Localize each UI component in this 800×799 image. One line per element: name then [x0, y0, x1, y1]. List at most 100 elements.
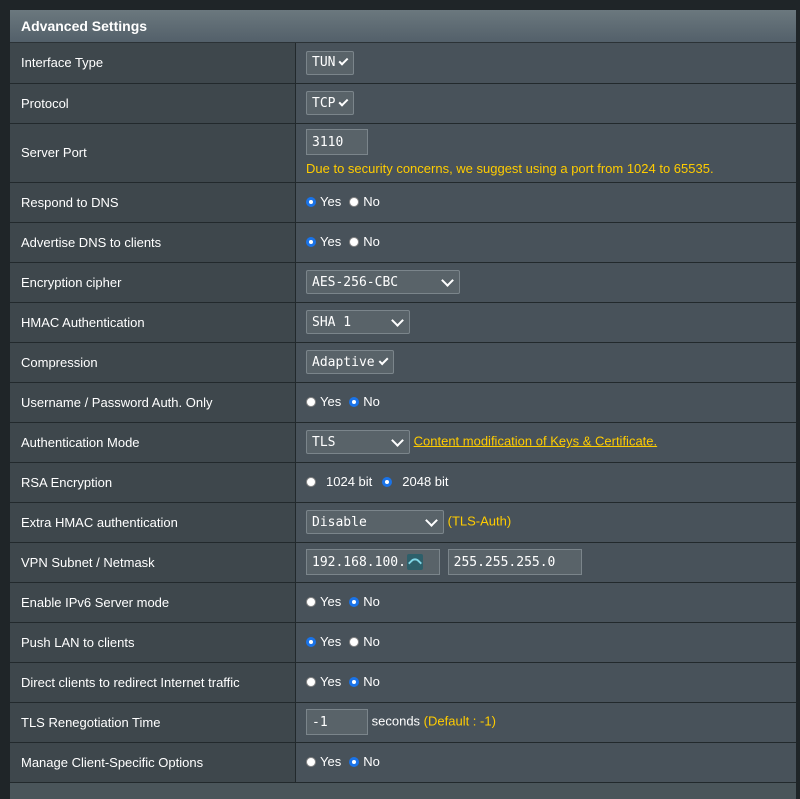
select-value: Adaptive [312, 354, 375, 370]
advertise-dns-no[interactable]: No [349, 234, 380, 249]
select-value: SHA 1 [312, 314, 352, 330]
select-value: TCP [312, 95, 336, 111]
radio-icon [349, 196, 360, 207]
rsa-1024[interactable]: 1024 bit [306, 474, 372, 489]
advanced-settings-panel: Advanced Settings Interface Type TUN Pro… [10, 10, 796, 799]
default-hint: (Default : -1) [423, 713, 496, 729]
label: Respond to DNS [10, 182, 296, 223]
row-ipv6: Enable IPv6 Server mode Yes No [10, 582, 796, 623]
select-value: TUN [312, 55, 336, 71]
extra-hmac-select[interactable]: Disable [306, 510, 444, 534]
rsa-2048[interactable]: 2048 bit [382, 474, 449, 489]
label: Direct clients to redirect Internet traf… [10, 662, 296, 703]
respond-dns-no[interactable]: No [349, 194, 380, 209]
chevron-down-icon [378, 354, 389, 366]
radio-icon [306, 476, 316, 487]
chevron-down-icon [391, 433, 404, 447]
netmask-input[interactable]: 255.255.255.0 [447, 549, 582, 575]
row-client-specific: Manage Client-Specific Options Yes No [10, 742, 796, 783]
redirect-no[interactable]: No [349, 674, 380, 689]
radio-selected-icon [306, 636, 316, 647]
text-cursor-icon [406, 554, 423, 570]
chevron-down-icon [338, 96, 349, 106]
advertise-dns-yes[interactable]: Yes [306, 234, 341, 249]
row-respond-dns: Respond to DNS Yes No [10, 182, 796, 223]
radio-selected-icon [306, 236, 316, 247]
seconds-label: seconds [371, 713, 421, 729]
row-compression: Compression Adaptive [10, 342, 796, 383]
row-tls-reneg: TLS Renegotiation Time -1 seconds (Defau… [10, 702, 796, 743]
ipv6-no[interactable]: No [349, 594, 380, 609]
row-interface-type: Interface Type TUN [10, 43, 796, 84]
select-value: Disable [312, 514, 367, 530]
interface-type-select[interactable]: TUN [306, 50, 354, 75]
keys-certificate-link[interactable]: Content modification of Keys & Certifica… [414, 433, 658, 448]
auth-mode-select[interactable]: TLS [306, 430, 410, 454]
radio-selected-icon [349, 756, 360, 767]
radio-selected-icon [349, 396, 360, 407]
row-userpass-only: Username / Password Auth. Only Yes No [10, 382, 796, 423]
radio-selected-icon [349, 596, 360, 607]
select-value: AES-256-CBC [312, 274, 399, 290]
radio-icon [306, 396, 316, 407]
radio-selected-icon [306, 196, 316, 207]
section-header: Advanced Settings [10, 10, 796, 43]
radio-icon [349, 236, 360, 247]
label: Encryption cipher [10, 262, 296, 303]
ipv6-yes[interactable]: Yes [306, 594, 341, 609]
port-security-note: Due to security concerns, we suggest usi… [306, 161, 714, 176]
row-rsa: RSA Encryption 1024 bit 2048 bit [10, 462, 796, 503]
userpass-no[interactable]: No [349, 394, 380, 409]
label: HMAC Authentication [10, 302, 296, 343]
row-server-port: Server Port 3110 Due to security concern… [10, 123, 796, 183]
server-port-input[interactable]: 3110 [306, 129, 368, 155]
row-auth-mode: Authentication Mode TLS Content modifica… [10, 422, 796, 463]
hmac-select[interactable]: SHA 1 [306, 310, 410, 334]
push-lan-yes[interactable]: Yes [306, 634, 341, 649]
respond-dns-yes[interactable]: Yes [306, 194, 341, 209]
row-protocol: Protocol TCP [10, 83, 796, 124]
protocol-select[interactable]: TCP [306, 91, 354, 115]
compression-select[interactable]: Adaptive [306, 350, 394, 374]
label: Push LAN to clients [10, 622, 296, 663]
row-redirect: Direct clients to redirect Internet traf… [10, 662, 796, 703]
label: Username / Password Auth. Only [10, 382, 296, 423]
cipher-select[interactable]: AES-256-CBC [306, 270, 460, 294]
radio-selected-icon [349, 676, 360, 687]
settings-table: Interface Type TUN Protocol TCP Server P… [10, 43, 796, 783]
chevron-down-icon [391, 313, 404, 327]
chevron-down-icon [338, 55, 349, 66]
row-push-lan: Push LAN to clients Yes No [10, 622, 796, 663]
label: Server Port [10, 123, 296, 183]
row-subnet: VPN Subnet / Netmask 192.168.100. 255.25… [10, 542, 796, 583]
label: Manage Client-Specific Options [10, 742, 296, 783]
subnet-input[interactable]: 192.168.100. [306, 549, 440, 575]
radio-selected-icon [382, 476, 393, 487]
row-extra-hmac: Extra HMAC authentication Disable (TLS-A… [10, 502, 796, 543]
row-advertise-dns: Advertise DNS to clients Yes No [10, 222, 796, 263]
radio-icon [306, 596, 316, 607]
label: Advertise DNS to clients [10, 222, 296, 263]
label: Interface Type [10, 43, 296, 84]
label: Protocol [10, 83, 296, 124]
row-cipher: Encryption cipher AES-256-CBC [10, 262, 796, 303]
tls-reneg-input[interactable]: -1 [306, 709, 368, 735]
row-hmac: HMAC Authentication SHA 1 [10, 302, 796, 343]
radio-icon [306, 676, 316, 687]
client-specific-no[interactable]: No [349, 754, 380, 769]
label: Authentication Mode [10, 422, 296, 463]
label: Enable IPv6 Server mode [10, 582, 296, 623]
client-specific-yes[interactable]: Yes [306, 754, 341, 769]
label: VPN Subnet / Netmask [10, 542, 296, 583]
redirect-yes[interactable]: Yes [306, 674, 341, 689]
label: TLS Renegotiation Time [10, 702, 296, 743]
push-lan-no[interactable]: No [349, 634, 380, 649]
radio-icon [349, 636, 360, 647]
label: Compression [10, 342, 296, 383]
userpass-yes[interactable]: Yes [306, 394, 341, 409]
chevron-down-icon [425, 513, 438, 527]
label: Extra HMAC authentication [10, 502, 296, 543]
radio-icon [306, 756, 316, 767]
select-value: TLS [312, 434, 336, 450]
label: RSA Encryption [10, 462, 296, 503]
